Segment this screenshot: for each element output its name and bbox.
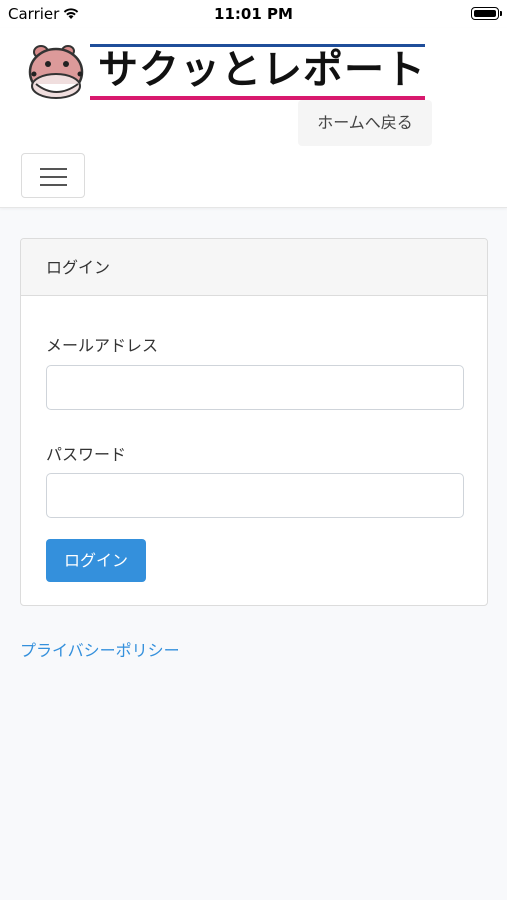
password-label: パスワード (46, 445, 127, 464)
logo-text: サクッとレポート (98, 47, 426, 93)
battery-icon (471, 7, 499, 20)
password-field[interactable] (46, 473, 464, 518)
hippo-logo-icon (26, 42, 90, 108)
site-header: サクッとレポート ホームへ戻る (0, 28, 507, 208)
status-bar: Carrier 11:01 PM (0, 0, 507, 28)
site-logo[interactable]: サクッとレポート (26, 42, 428, 104)
clock: 11:01 PM (214, 5, 293, 23)
login-button[interactable]: ログイン (46, 539, 146, 582)
email-label: メールアドレス (46, 336, 159, 355)
card-title: ログイン (21, 239, 487, 296)
email-field[interactable] (46, 365, 464, 410)
home-button[interactable]: ホームへ戻る (298, 100, 432, 146)
menu-toggle-button[interactable] (21, 153, 85, 198)
login-card: ログイン メールアドレス パスワード ログイン (20, 238, 488, 606)
privacy-policy-link[interactable]: プライバシーポリシー (20, 637, 180, 661)
battery-cap (500, 11, 502, 16)
